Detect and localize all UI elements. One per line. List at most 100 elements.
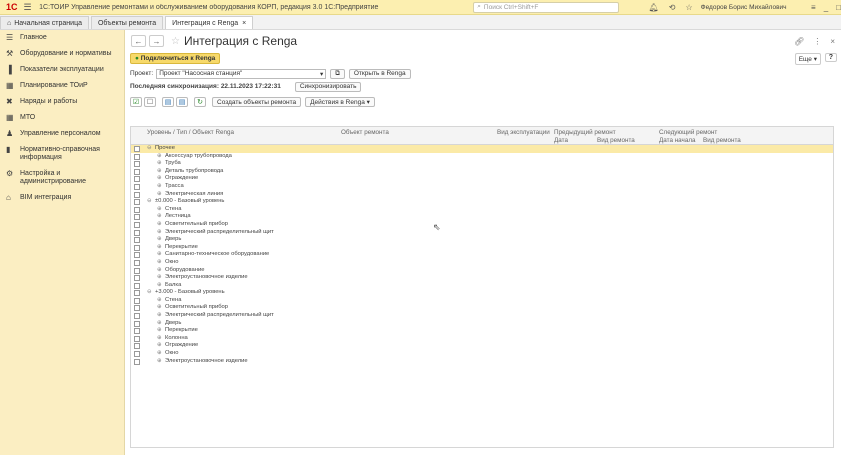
row-checkbox[interactable] xyxy=(134,305,140,312)
tab-repair-objects[interactable]: Объекты ремонта xyxy=(90,16,164,29)
row-checkbox[interactable] xyxy=(134,259,140,266)
expand-icon[interactable]: ⊕ xyxy=(157,342,162,350)
sidebar-item-equipment[interactable]: ⚒ Оборудование и нормативы xyxy=(0,46,124,62)
expand-icon[interactable]: ⊕ xyxy=(157,160,162,168)
row-checkbox[interactable] xyxy=(134,229,140,236)
table-row[interactable]: ⊕ Дверь xyxy=(131,320,833,328)
maximize-icon[interactable]: □ xyxy=(836,3,841,12)
row-checkbox[interactable] xyxy=(134,161,140,168)
col-next-repair[interactable]: Следующий ремонт xyxy=(659,129,717,136)
table-row[interactable]: ⊕ Деталь трубопровода xyxy=(131,168,833,176)
uncheck-all-icon[interactable]: ☐ xyxy=(144,97,156,107)
row-checkbox[interactable] xyxy=(134,237,140,244)
row-checkbox[interactable] xyxy=(134,358,140,365)
table-row[interactable]: ⊕ Аксессуар трубопровода xyxy=(131,153,833,161)
expand-icon[interactable]: ⊕ xyxy=(157,168,162,176)
row-checkbox[interactable] xyxy=(134,214,140,221)
minimize-icon[interactable]: _ xyxy=(824,3,828,12)
row-checkbox[interactable] xyxy=(134,206,140,213)
sidebar-item-orders[interactable]: ✖ Наряды и работы xyxy=(0,94,124,110)
col-repair-object[interactable]: Объект ремонта xyxy=(341,129,389,136)
more-button[interactable]: Еще ▾ xyxy=(794,53,821,65)
back-button[interactable]: ← xyxy=(131,35,146,47)
table-row[interactable]: ⊖ Прочее xyxy=(131,145,833,153)
favorite-star-icon[interactable]: ☆ xyxy=(171,36,180,47)
table-row[interactable]: ⊕ Перекрытие xyxy=(131,327,833,335)
tab-home[interactable]: ⌂ Начальная страница xyxy=(0,16,89,29)
table-row[interactable]: ⊕ Электрический распределительный щит xyxy=(131,229,833,237)
col-next-type[interactable]: Вид ремонта xyxy=(703,137,741,144)
table-row[interactable]: ⊕ Ограждение xyxy=(131,175,833,183)
sidebar-item-planning[interactable]: ▦ Планирование ТОиР xyxy=(0,78,124,94)
sidebar-item-mto[interactable]: ▦ МТО xyxy=(0,110,124,126)
table-row[interactable]: ⊕ Лестница xyxy=(131,213,833,221)
row-checkbox[interactable] xyxy=(134,297,140,304)
row-checkbox[interactable] xyxy=(134,267,140,274)
table-row[interactable]: ⊕ Колонна xyxy=(131,335,833,343)
table-row[interactable]: ⊕ Осветительный прибор xyxy=(131,304,833,312)
table-row[interactable]: ⊕ Окно xyxy=(131,259,833,267)
settings-icon[interactable]: ≡ xyxy=(811,3,816,12)
table-row[interactable]: ⊕ Трасса xyxy=(131,183,833,191)
expand-icon[interactable]: ⊕ xyxy=(157,304,162,312)
link-icon[interactable]: 🔗︎ xyxy=(794,37,804,46)
expand-icon[interactable]: ⊕ xyxy=(157,183,162,191)
expand-icon[interactable]: ⊕ xyxy=(157,312,162,320)
row-checkbox[interactable] xyxy=(134,153,140,160)
sync-button[interactable]: Синхронизировать xyxy=(294,81,362,92)
row-checkbox[interactable] xyxy=(134,221,140,228)
expand-icon[interactable]: ⊕ xyxy=(157,335,162,343)
row-checkbox[interactable] xyxy=(134,176,140,183)
expand-icon[interactable]: ⊕ xyxy=(157,221,162,229)
row-checkbox[interactable] xyxy=(134,320,140,327)
row-checkbox[interactable] xyxy=(134,290,140,297)
row-checkbox[interactable] xyxy=(134,252,140,259)
row-checkbox[interactable] xyxy=(134,313,140,320)
tab-renga-integration[interactable]: Интеграция с Renga × xyxy=(165,16,254,29)
expand-icon[interactable]: ⊕ xyxy=(157,350,162,358)
table-row[interactable]: ⊖ ±0.000 - Базовый уровень xyxy=(131,198,833,206)
sidebar-item-indicators[interactable]: ▐ Показатели эксплуатации xyxy=(0,62,124,78)
row-checkbox[interactable] xyxy=(134,244,140,251)
expand-icon[interactable]: ⊕ xyxy=(157,320,162,328)
row-checkbox[interactable] xyxy=(134,335,140,342)
table-row[interactable]: ⊕ Труба xyxy=(131,160,833,168)
table-row[interactable]: ⊕ Оборудование xyxy=(131,267,833,275)
row-checkbox[interactable] xyxy=(134,275,140,282)
expand-icon[interactable]: ⊕ xyxy=(157,236,162,244)
row-checkbox[interactable] xyxy=(134,146,140,152)
table-row[interactable]: ⊖ +3.000 - Базовый уровень xyxy=(131,289,833,297)
col-prev-type[interactable]: Вид ремонта xyxy=(597,137,635,144)
expand-icon[interactable]: ⊕ xyxy=(157,175,162,183)
main-menu-icon[interactable]: ☰ xyxy=(24,2,36,13)
row-checkbox[interactable] xyxy=(134,282,140,289)
project-select[interactable]: Проект "Насосная станция" ▾ xyxy=(156,68,327,79)
more-vertical-icon[interactable]: ⋮ xyxy=(813,37,821,46)
expand-icon[interactable]: ⊕ xyxy=(157,244,162,252)
table-row[interactable]: ⊕ Электрический распределительный щит xyxy=(131,312,833,320)
table-row[interactable]: ⊕ Дверь xyxy=(131,236,833,244)
col-level[interactable]: Уровень / Тип / Объект Renga xyxy=(147,129,234,136)
sidebar-item-main[interactable]: ☰ Главное xyxy=(0,30,124,46)
col-exploitation[interactable]: Вид эксплуатации xyxy=(497,129,550,136)
sidebar-item-settings[interactable]: ⚙ Настройка и администрирование xyxy=(0,166,124,190)
row-checkbox[interactable] xyxy=(134,168,140,175)
table-row[interactable]: ⊕ Окно xyxy=(131,350,833,358)
expand-icon[interactable]: ⊕ xyxy=(157,274,162,282)
sidebar-item-reference[interactable]: ▮ Нормативно-справочная информация xyxy=(0,142,124,166)
table-row[interactable]: ⊕ Электроустановочное изделие xyxy=(131,358,833,366)
table-row[interactable]: ⊕ Электроустановочное изделие xyxy=(131,274,833,282)
expand-icon[interactable]: ⊕ xyxy=(157,251,162,259)
row-checkbox[interactable] xyxy=(134,183,140,190)
collapse-icon[interactable]: ⊖ xyxy=(147,198,152,206)
connect-renga-button[interactable]: ● Подключиться к Renga xyxy=(130,53,221,64)
table-row[interactable]: ⊕ Стена xyxy=(131,297,833,305)
table-row[interactable]: ⊕ Электрическая линия xyxy=(131,191,833,199)
forward-button[interactable]: → xyxy=(149,35,164,47)
expand-icon[interactable]: ⊕ xyxy=(157,229,162,237)
expand-icon[interactable]: ⊕ xyxy=(157,213,162,221)
collapse-icon[interactable]: ▤ xyxy=(176,97,188,107)
sidebar-item-bim[interactable]: ⌂ BIM интеграция xyxy=(0,190,124,206)
table-row[interactable]: ⊕ Ограждение xyxy=(131,342,833,350)
bell-icon[interactable]: 🔔︎ xyxy=(649,3,659,12)
